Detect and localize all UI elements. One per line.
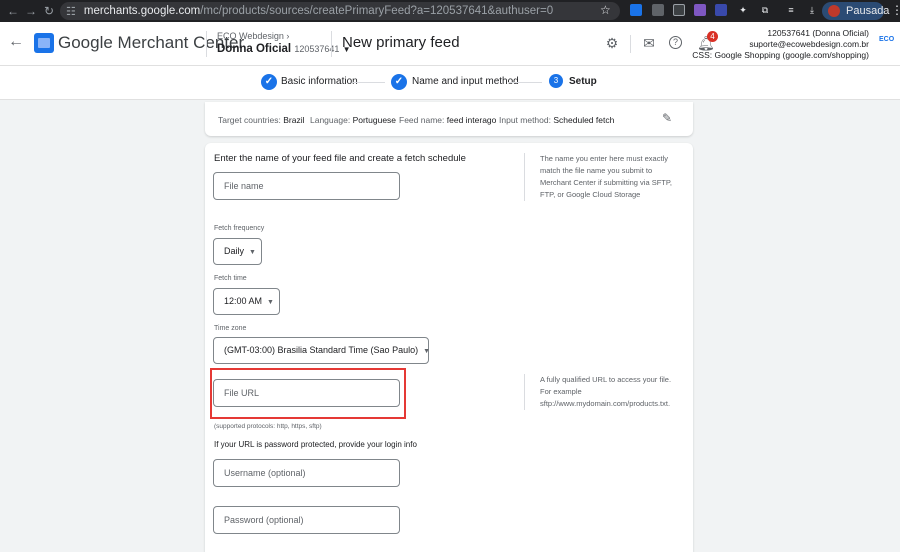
account-name: Donna Oficial bbox=[217, 43, 292, 55]
password-protected-heading: If your URL is password protected, provi… bbox=[214, 440, 417, 449]
address-bar[interactable]: ☷ merchants.google.com/mc/products/sourc… bbox=[60, 2, 620, 20]
app-header: ← Google Merchant Center ECO Webdesign ›… bbox=[0, 22, 900, 66]
summary-label: Input method: bbox=[499, 115, 551, 125]
extension-icon[interactable] bbox=[715, 4, 727, 16]
divider bbox=[331, 31, 332, 57]
check-icon: ✓ bbox=[391, 74, 407, 90]
form-heading: Enter the name of your feed file and cre… bbox=[214, 153, 466, 164]
summary-target-countries: Target countries: Brazil bbox=[218, 115, 304, 125]
tab-search-icon[interactable]: ≡ bbox=[785, 4, 797, 16]
file-url-input[interactable]: File URL bbox=[213, 379, 400, 407]
account-id: 120537641 bbox=[294, 44, 340, 54]
username-input[interactable]: Username (optional) bbox=[213, 459, 400, 487]
summary-feed-name: Feed name: feed interago bbox=[399, 115, 496, 125]
fetch-time-label: Fetch time bbox=[214, 275, 247, 282]
browser-menu-icon[interactable]: ⋮ bbox=[891, 3, 900, 17]
fetch-frequency-label: Fetch frequency bbox=[214, 225, 265, 232]
mail-icon[interactable]: ✉ bbox=[641, 35, 657, 51]
bookmark-star-icon[interactable]: ☆ bbox=[600, 3, 611, 17]
back-icon[interactable]: ← bbox=[4, 4, 22, 18]
step-connector bbox=[352, 82, 385, 83]
setup-form-card: Enter the name of your feed file and cre… bbox=[205, 143, 693, 552]
time-zone-value: (GMT-03:00) Brasilia Standard Time (Sao … bbox=[224, 345, 419, 355]
account-info-id: 120537641 (Donna Oficial) bbox=[767, 28, 869, 38]
summary-label: Language: bbox=[310, 115, 351, 125]
fetch-time-select[interactable]: 12:00 AM ▼ bbox=[213, 288, 280, 315]
step-name-and-input-method: Name and input method bbox=[412, 76, 519, 87]
extensions-puzzle-icon[interactable]: ⧉ bbox=[759, 4, 771, 16]
caret-down-icon: ▼ bbox=[249, 249, 256, 256]
url-host: merchants.google.com bbox=[83, 5, 201, 17]
extension-icon[interactable]: ✦ bbox=[737, 4, 749, 16]
profile-button[interactable]: Pausada bbox=[822, 2, 889, 20]
step-setup: Setup bbox=[569, 76, 597, 87]
url-path: /mc/products/sources/createPrimaryFeed?a… bbox=[200, 5, 554, 17]
browser-toolbar: ← → ↻ ☷ merchants.google.com/mc/products… bbox=[0, 0, 900, 22]
account-info-css: CSS: Google Shopping (google.com/shoppin… bbox=[692, 50, 869, 60]
feed-summary-card: Target countries: Brazil Language: Portu… bbox=[205, 102, 693, 136]
summary-value: Portuguese bbox=[352, 115, 397, 125]
file-name-input[interactable]: File name bbox=[213, 172, 400, 200]
reload-icon[interactable]: ↻ bbox=[40, 4, 58, 18]
divider bbox=[630, 35, 631, 53]
fetch-time-value: 12:00 AM bbox=[224, 296, 263, 306]
file-url-help: A fully qualified URL to access your fil… bbox=[524, 374, 679, 410]
account-info[interactable]: 120537641 (Donna Oficial) suporte@ecoweb… bbox=[692, 28, 869, 61]
password-input[interactable]: Password (optional) bbox=[213, 506, 400, 534]
summary-language: Language: Portuguese bbox=[310, 115, 396, 125]
avatar bbox=[828, 5, 840, 17]
account-parent-label: ECO Webdesign bbox=[217, 31, 284, 41]
gear-icon[interactable]: ⚙ bbox=[604, 35, 620, 51]
eco-webdesign-logo: ECO bbox=[879, 36, 895, 43]
extension-icon[interactable] bbox=[630, 4, 642, 16]
forward-icon[interactable]: → bbox=[22, 4, 40, 18]
caret-down-icon: ▼ bbox=[423, 348, 431, 355]
help-icon[interactable]: ? bbox=[669, 36, 682, 49]
summary-label: Feed name: bbox=[399, 115, 445, 125]
fetch-frequency-select[interactable]: Daily ▼ bbox=[213, 238, 262, 265]
site-info-icon[interactable]: ☷ bbox=[66, 5, 76, 18]
summary-value: Brazil bbox=[283, 115, 305, 125]
pencil-icon[interactable]: ✎ bbox=[662, 111, 676, 125]
fetch-frequency-value: Daily bbox=[224, 246, 245, 256]
check-icon: ✓ bbox=[261, 74, 277, 90]
step-basic-information: Basic information bbox=[281, 76, 358, 87]
divider bbox=[206, 31, 207, 57]
back-arrow-icon[interactable]: ← bbox=[8, 33, 24, 51]
summary-value: feed interago bbox=[446, 115, 497, 125]
profile-label: Pausada bbox=[846, 5, 890, 17]
step-connector bbox=[508, 82, 542, 83]
summary-value: Scheduled fetch bbox=[553, 115, 615, 125]
extension-icon[interactable] bbox=[652, 4, 664, 16]
account-info-email: suporte@ecowebdesign.com.br bbox=[749, 39, 869, 49]
time-zone-label: Time zone bbox=[214, 325, 247, 332]
progress-stepper: ✓ Basic information ✓ Name and input met… bbox=[0, 66, 900, 100]
summary-label: Target countries: bbox=[218, 115, 281, 125]
file-name-help: The name you enter here must exactly mat… bbox=[524, 153, 679, 201]
extension-icon[interactable] bbox=[673, 4, 685, 16]
supported-protocols-note: (supported protocols: http, https, sftp) bbox=[214, 423, 322, 430]
page-title: New primary feed bbox=[342, 34, 460, 51]
extension-icon[interactable] bbox=[694, 4, 706, 16]
account-parent[interactable]: ECO Webdesign › bbox=[217, 31, 289, 41]
download-icon[interactable]: ⤓ bbox=[806, 4, 818, 16]
summary-input-method: Input method: Scheduled fetch bbox=[499, 115, 614, 125]
merchant-center-logo bbox=[34, 33, 54, 53]
caret-down-icon: ▼ bbox=[267, 299, 274, 306]
step-number: 3 bbox=[549, 74, 563, 88]
time-zone-select[interactable]: (GMT-03:00) Brasilia Standard Time (Sao … bbox=[213, 337, 431, 364]
